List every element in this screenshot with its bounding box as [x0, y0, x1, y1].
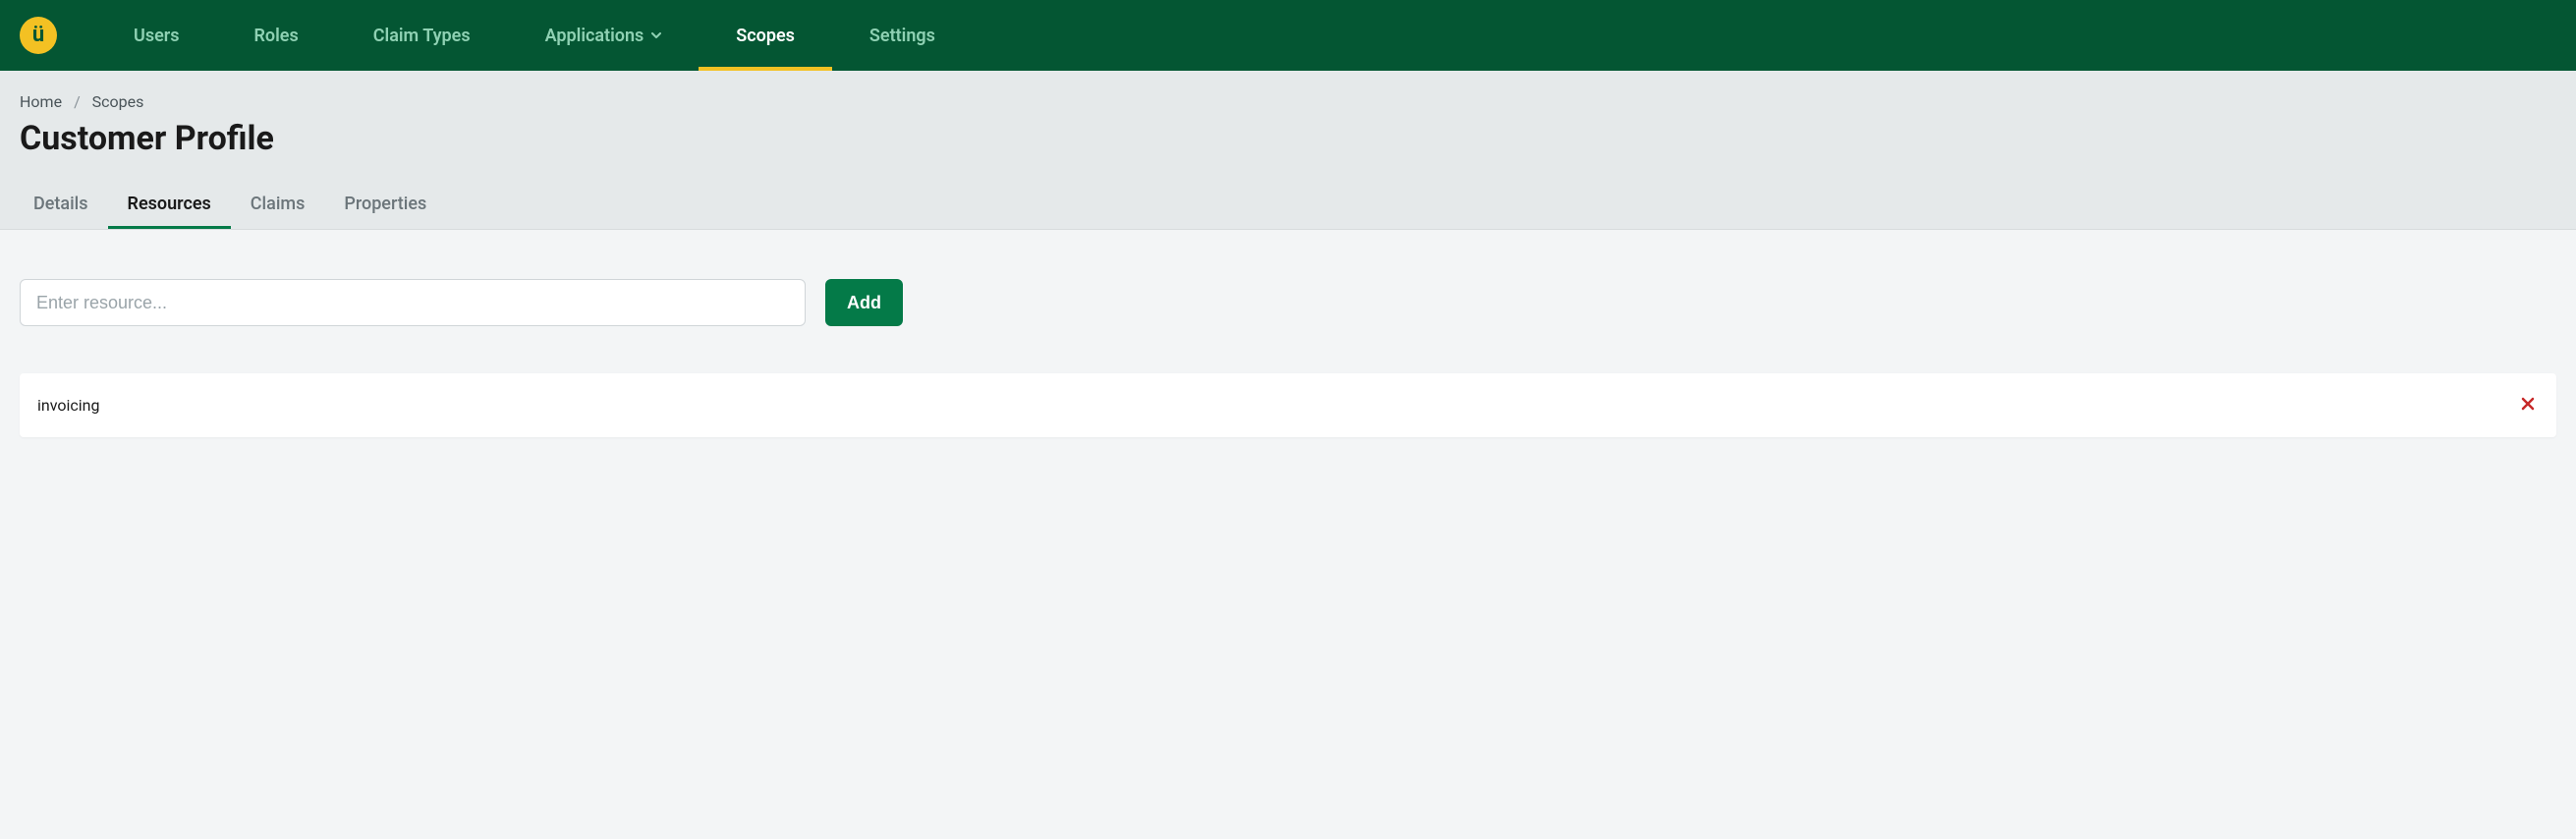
chevron-down-icon	[651, 32, 661, 38]
nav-item-settings[interactable]: Settings	[832, 0, 973, 71]
top-navigation: ü Users Roles Claim Types Applications S…	[0, 0, 2576, 71]
nav-items: Users Roles Claim Types Applications Sco…	[96, 0, 973, 71]
tab-label: Resources	[128, 194, 211, 214]
resource-input[interactable]	[20, 279, 806, 326]
nav-item-applications[interactable]: Applications	[508, 0, 700, 71]
content: Add invoicing	[0, 230, 2576, 457]
tab-label: Claims	[251, 194, 306, 214]
delete-button[interactable]	[2517, 393, 2539, 418]
add-button[interactable]: Add	[825, 279, 903, 326]
header-section: Home / Scopes Customer Profile Details R…	[0, 71, 2576, 230]
nav-item-scopes[interactable]: Scopes	[699, 0, 832, 71]
tab-properties[interactable]: Properties	[324, 182, 446, 229]
breadcrumb-home[interactable]: Home	[20, 92, 62, 111]
tab-resources[interactable]: Resources	[108, 182, 231, 229]
nav-label: Applications	[545, 26, 644, 46]
page-title: Customer Profile	[20, 119, 2556, 158]
nav-label: Users	[134, 26, 180, 46]
resource-item: invoicing	[20, 373, 2556, 437]
nav-item-roles[interactable]: Roles	[217, 0, 336, 71]
nav-label: Roles	[254, 26, 299, 46]
close-icon	[2521, 397, 2535, 414]
add-resource-row: Add	[20, 279, 2556, 326]
breadcrumb-scopes[interactable]: Scopes	[92, 92, 144, 111]
tab-label: Properties	[344, 194, 426, 214]
nav-item-claim-types[interactable]: Claim Types	[336, 0, 508, 71]
logo[interactable]: ü	[20, 17, 57, 54]
nav-label: Claim Types	[373, 26, 471, 46]
logo-icon: ü	[32, 23, 44, 47]
resource-name: invoicing	[37, 396, 99, 415]
nav-label: Scopes	[736, 26, 795, 46]
nav-item-users[interactable]: Users	[96, 0, 217, 71]
nav-label: Settings	[869, 26, 935, 46]
tab-label: Details	[33, 194, 88, 214]
tab-claims[interactable]: Claims	[231, 182, 325, 229]
tab-details[interactable]: Details	[20, 182, 108, 229]
breadcrumb-separator: /	[74, 92, 81, 111]
breadcrumb: Home / Scopes	[20, 92, 2556, 111]
tabs: Details Resources Claims Properties	[20, 182, 2556, 229]
resource-list: invoicing	[20, 373, 2556, 437]
